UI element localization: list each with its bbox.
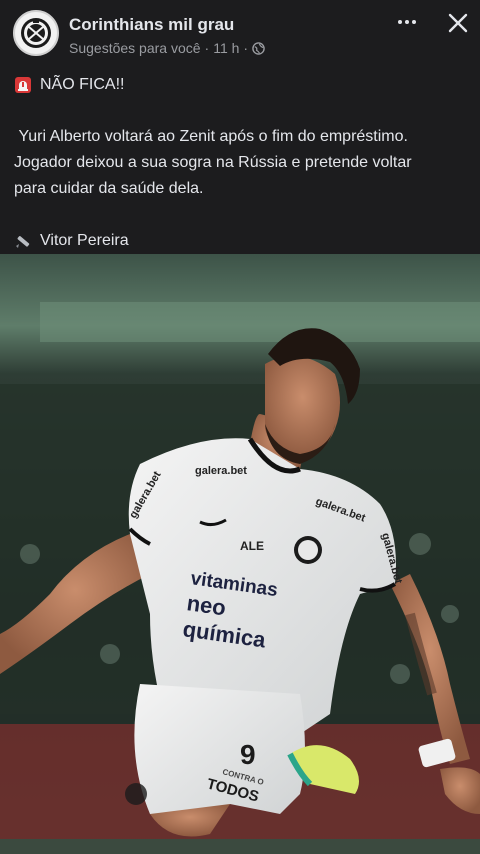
- post-meta: Sugestões para você · 11 h ·: [69, 40, 265, 56]
- police-light-icon: [15, 77, 31, 93]
- post-photo[interactable]: galera.bet galera.bet galera.bet galera.…: [0, 254, 480, 854]
- player-celebration-image: galera.bet galera.bet galera.bet galera.…: [0, 254, 480, 854]
- post-header: Corinthians mil grau Sugestões para você…: [0, 0, 480, 66]
- body-line: Yuri Alberto voltará ao Zenit após o fim…: [18, 128, 408, 145]
- body-line: Jogador deixou a sua sogra na Rússia e p…: [14, 154, 412, 171]
- author-line: Vitor Pereira: [14, 228, 474, 254]
- page-name[interactable]: Corinthians mil grau: [69, 15, 234, 35]
- post-text: NÃO FICA!! Yuri Alberto voltará ao Zenit…: [14, 72, 474, 254]
- post-headline: NÃO FICA!!: [40, 76, 125, 93]
- svg-text:ALE: ALE: [240, 539, 264, 553]
- post-body: Yuri Alberto voltará ao Zenit após o fim…: [14, 124, 474, 202]
- close-button[interactable]: [444, 9, 472, 37]
- post-time[interactable]: 11 h: [213, 40, 239, 56]
- shorts-number: 9: [240, 739, 256, 770]
- more-options-button[interactable]: [393, 10, 421, 34]
- page-avatar[interactable]: [13, 10, 59, 56]
- shirt-sponsor-top: galera.bet: [195, 465, 247, 477]
- headline-line: NÃO FICA!!: [14, 72, 474, 98]
- globe-icon: [252, 41, 265, 55]
- body-line: para cuidar da saúde dela.: [14, 180, 204, 197]
- post-author: Vitor Pereira: [40, 232, 129, 249]
- corinthians-crest-icon: [21, 18, 51, 48]
- pen-icon: [16, 236, 30, 248]
- more-options-icon: [398, 20, 402, 24]
- suggestion-label: Sugestões para você: [69, 40, 201, 56]
